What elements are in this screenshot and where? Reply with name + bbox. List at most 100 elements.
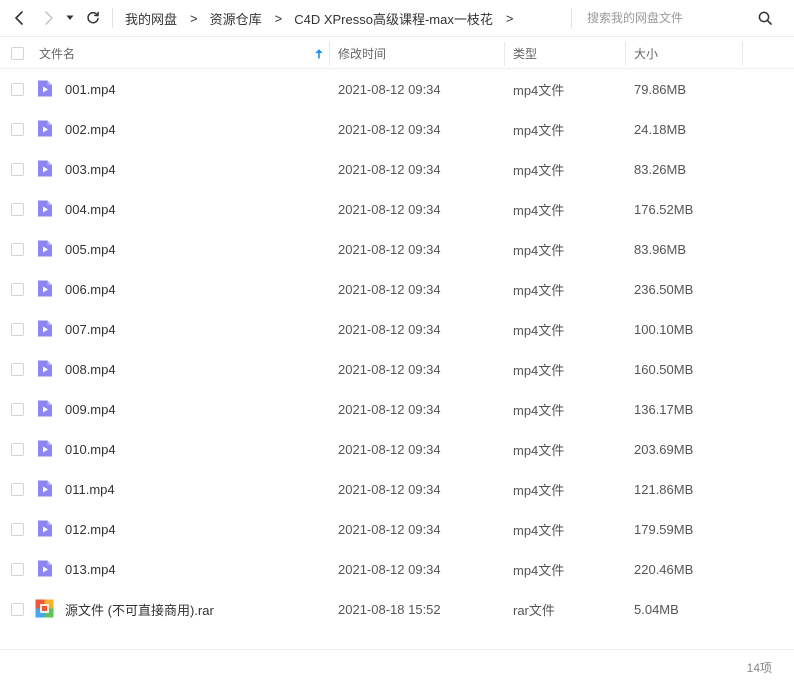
modified-time: 2021-08-12 09:34 (338, 441, 441, 457)
search-button[interactable] (756, 9, 774, 27)
file-type: mp4文件 (513, 82, 565, 98)
forward-button[interactable] (39, 8, 59, 28)
chevron-left-icon (15, 11, 23, 25)
table-row[interactable]: 004.mp4 2021-08-12 09:34 mp4文件 176.52MB (0, 189, 794, 229)
modified-time: 2021-08-12 09:34 (338, 361, 441, 377)
video-file-icon (35, 479, 54, 498)
column-resize-handle[interactable] (625, 42, 626, 66)
table-row[interactable]: 010.mp4 2021-08-12 09:34 mp4文件 203.69MB (0, 429, 794, 469)
table-row[interactable]: 012.mp4 2021-08-12 09:34 mp4文件 179.59MB (0, 509, 794, 549)
file-size: 100.10MB (634, 321, 694, 337)
video-file-icon (35, 279, 54, 298)
file-name[interactable]: 002.mp4 (65, 109, 116, 149)
modified-time: 2021-08-12 09:34 (338, 201, 441, 217)
row-checkbox[interactable] (11, 323, 24, 336)
column-header-name[interactable]: 文件名 (39, 38, 329, 69)
toolbar-divider (112, 8, 113, 28)
column-header-modified[interactable]: 修改时间 (338, 38, 504, 69)
archive-file-icon (35, 599, 54, 618)
file-type: rar文件 (513, 602, 555, 618)
file-name[interactable]: 012.mp4 (65, 509, 116, 549)
table-row[interactable]: 005.mp4 2021-08-12 09:34 mp4文件 83.96MB (0, 229, 794, 269)
breadcrumb-item-my-drive[interactable]: 我的网盘 (125, 9, 177, 28)
table-row[interactable]: 011.mp4 2021-08-12 09:34 mp4文件 121.86MB (0, 469, 794, 509)
row-checkbox[interactable] (11, 363, 24, 376)
file-type: mp4文件 (513, 442, 565, 458)
refresh-button[interactable] (83, 8, 103, 28)
table-row[interactable]: 008.mp4 2021-08-12 09:34 mp4文件 160.50MB (0, 349, 794, 389)
select-all-checkbox[interactable] (11, 47, 24, 60)
table-row[interactable]: 013.mp4 2021-08-12 09:34 mp4文件 220.46MB (0, 549, 794, 589)
file-size: 236.50MB (634, 281, 694, 297)
breadcrumb-separator[interactable]: > (506, 11, 514, 26)
file-type: mp4文件 (513, 522, 565, 538)
file-name[interactable]: 008.mp4 (65, 349, 116, 389)
back-button[interactable] (9, 8, 29, 28)
table-row[interactable]: 源文件 (不可直接商用).rar 2021-08-18 15:52 rar文件 5.0… (0, 589, 794, 629)
breadcrumb-item-resource-repo[interactable]: 资源仓库 (210, 9, 262, 28)
file-name[interactable]: 013.mp4 (65, 549, 116, 589)
table-row[interactable]: 006.mp4 2021-08-12 09:34 mp4文件 236.50MB (0, 269, 794, 309)
file-name[interactable]: 001.mp4 (65, 69, 116, 109)
table-row[interactable]: 009.mp4 2021-08-12 09:34 mp4文件 136.17MB (0, 389, 794, 429)
video-file-icon (35, 399, 54, 418)
modified-time: 2021-08-12 09:34 (338, 81, 441, 97)
video-file-icon (35, 239, 54, 258)
video-file-icon (35, 79, 54, 98)
file-type: mp4文件 (513, 242, 565, 258)
file-name[interactable]: 006.mp4 (65, 269, 116, 309)
modified-time: 2021-08-12 09:34 (338, 561, 441, 577)
file-type: mp4文件 (513, 402, 565, 418)
row-checkbox[interactable] (11, 483, 24, 496)
caret-down-icon (66, 15, 74, 20)
file-type: mp4文件 (513, 562, 565, 578)
file-name[interactable]: 003.mp4 (65, 149, 116, 189)
row-checkbox[interactable] (11, 443, 24, 456)
column-header-size-label: 大小 (634, 47, 659, 61)
file-type: mp4文件 (513, 282, 565, 298)
file-size: 203.69MB (634, 441, 694, 457)
file-type: mp4文件 (513, 202, 565, 218)
row-checkbox[interactable] (11, 123, 24, 136)
table-row[interactable]: 001.mp4 2021-08-12 09:34 mp4文件 79.86MB (0, 69, 794, 109)
file-name[interactable]: 源文件 (不可直接商用).rar (65, 589, 214, 629)
search-divider (571, 8, 572, 28)
modified-time: 2021-08-12 09:34 (338, 401, 441, 417)
modified-time: 2021-08-12 09:34 (338, 521, 441, 537)
table-row[interactable]: 003.mp4 2021-08-12 09:34 mp4文件 83.26MB (0, 149, 794, 189)
file-type: mp4文件 (513, 322, 565, 338)
file-size: 176.52MB (634, 201, 694, 217)
video-file-icon (35, 359, 54, 378)
file-name[interactable]: 009.mp4 (65, 389, 116, 429)
breadcrumb: 我的网盘 > 资源仓库 > C4D XPresso高级课程-max一枝花 > (125, 0, 525, 37)
row-checkbox[interactable] (11, 163, 24, 176)
row-checkbox[interactable] (11, 243, 24, 256)
column-resize-handle[interactable] (329, 42, 330, 66)
breadcrumb-item-current-folder[interactable]: C4D XPresso高级课程-max一枝花 (294, 9, 493, 28)
column-header-size[interactable]: 大小 (634, 38, 742, 69)
file-list-header: 文件名 修改时间 类型 大小 (0, 38, 794, 69)
row-checkbox[interactable] (11, 83, 24, 96)
search-input[interactable] (587, 8, 747, 28)
row-checkbox[interactable] (11, 203, 24, 216)
file-name[interactable]: 007.mp4 (65, 309, 116, 349)
row-checkbox[interactable] (11, 603, 24, 616)
row-checkbox[interactable] (11, 523, 24, 536)
file-name[interactable]: 005.mp4 (65, 229, 116, 269)
refresh-icon (87, 11, 99, 24)
row-checkbox[interactable] (11, 563, 24, 576)
row-checkbox[interactable] (11, 283, 24, 296)
file-name[interactable]: 004.mp4 (65, 189, 116, 229)
row-checkbox[interactable] (11, 403, 24, 416)
column-resize-handle[interactable] (742, 42, 743, 66)
table-row[interactable]: 007.mp4 2021-08-12 09:34 mp4文件 100.10MB (0, 309, 794, 349)
file-name[interactable]: 010.mp4 (65, 429, 116, 469)
column-resize-handle[interactable] (504, 42, 505, 66)
file-name[interactable]: 011.mp4 (65, 469, 115, 509)
file-size: 160.50MB (634, 361, 694, 377)
table-row[interactable]: 002.mp4 2021-08-12 09:34 mp4文件 24.18MB (0, 109, 794, 149)
column-header-type[interactable]: 类型 (513, 38, 625, 69)
sort-ascending-icon[interactable] (313, 47, 325, 61)
history-dropdown-button[interactable] (63, 8, 77, 28)
file-type: mp4文件 (513, 122, 565, 138)
